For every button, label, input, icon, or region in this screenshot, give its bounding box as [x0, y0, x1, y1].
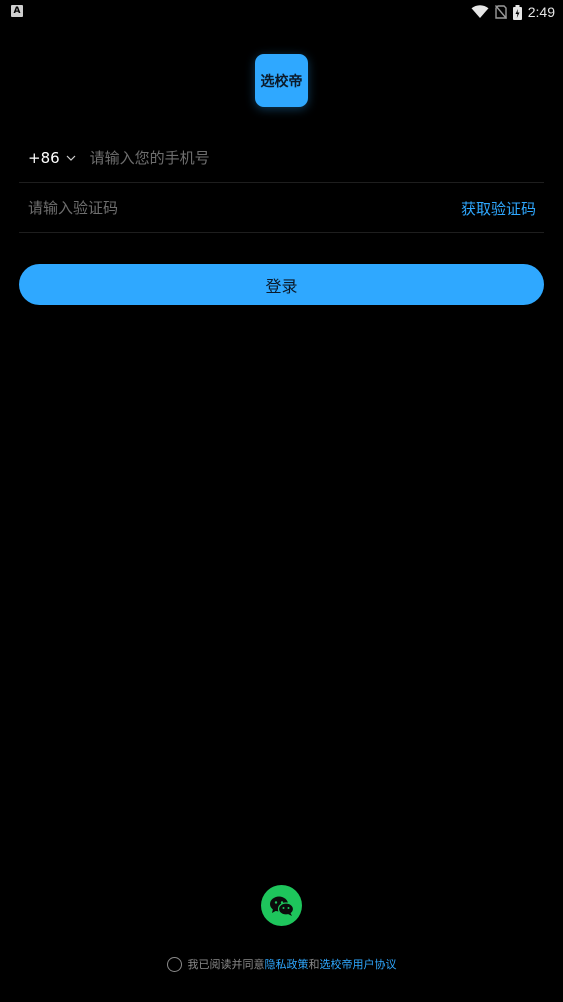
phone-input[interactable]: [89, 149, 544, 167]
agreement-row: 我已阅读并同意 隐私政策 和 选校帝用户协议: [0, 955, 563, 973]
privacy-policy-link[interactable]: 隐私政策: [265, 956, 309, 972]
no-sim-icon: [494, 5, 507, 19]
agreement-joiner: 和: [308, 958, 320, 971]
status-bar: A 2:49: [0, 0, 563, 24]
login-button[interactable]: 登录: [19, 264, 544, 305]
country-code-selector[interactable]: +86: [19, 149, 76, 167]
notification-app-icon: A: [11, 5, 23, 17]
wifi-icon: [471, 5, 489, 18]
country-code-value: +86: [28, 149, 60, 167]
get-code-button[interactable]: 获取验证码: [461, 198, 544, 219]
status-time: 2:49: [527, 4, 555, 20]
wechat-icon: [269, 896, 294, 916]
code-row: 获取验证码: [19, 184, 544, 233]
status-icons: 2:49: [471, 2, 555, 22]
agreement-checkbox[interactable]: [166, 956, 182, 972]
phone-row: +86: [19, 134, 544, 183]
battery-charging-icon: [512, 4, 522, 20]
user-agreement-link[interactable]: 选校帝用户协议: [320, 956, 397, 972]
chevron-down-icon: [66, 155, 76, 161]
app-logo: 选校帝: [255, 54, 308, 107]
logo-text: 选校帝: [260, 73, 303, 90]
agreement-prefix: 我已阅读并同意: [187, 958, 265, 971]
wechat-login-button[interactable]: [261, 885, 302, 926]
verification-code-input[interactable]: [28, 199, 461, 217]
